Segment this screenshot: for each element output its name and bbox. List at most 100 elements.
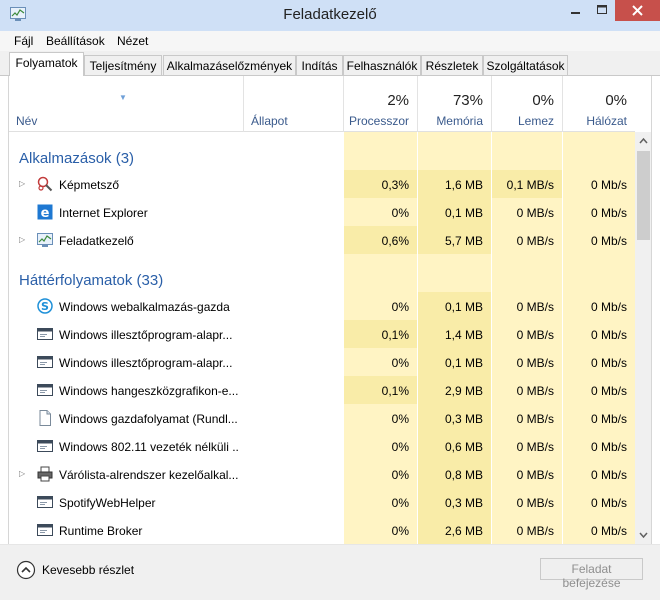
net-value: 0 Mb/s [590,206,627,220]
column-network-header[interactable]: 0% Hálózat [562,76,635,132]
expand-arrow-icon[interactable]: ▷ [19,179,25,188]
menu-bar: Fájl Beállítások Nézet [0,31,660,51]
table-row[interactable]: Windows gazdafolyamat (Rundl... 0% 0,3 MB 0… [9,404,635,432]
tab-app-history[interactable]: Alkalmazáselőzmények [163,55,296,75]
table-row[interactable]: Windows illesztőprogram-alapr... 0,1% 1,4 … [9,320,635,348]
cell-disk: 0 MB/s [491,404,562,432]
title-bar[interactable]: Feladatkezelő [0,0,660,31]
cpu-value: 0% [391,206,409,220]
internet-explorer-icon: e [37,204,53,221]
table-row[interactable]: Windows hangeszközgrafikon-e... 0,1% 2,9 M… [9,376,635,404]
menu-file[interactable]: Fájl [14,34,33,48]
expand-arrow-icon[interactable]: ▷ [19,469,25,478]
cpu-value: 0% [391,524,409,538]
mem-value: 0,1 MB [444,206,483,220]
close-button[interactable] [615,0,660,21]
table-row[interactable]: Windows illesztőprogram-alapr... 0% 0,1 MB… [9,348,635,376]
process-name: Windows gazdafolyamat (Rundl... [59,412,238,426]
net-value: 0 Mb/s [590,300,627,314]
process-name: Várólista-alrendszer kezelőalkal... [59,468,239,482]
cell-disk: 0 MB/s [491,376,562,404]
sort-arrow-icon: ▼ [119,93,127,102]
disk-value: 0 MB/s [516,328,554,342]
cell-net [562,254,635,292]
cell-net: 0 Mb/s [562,376,635,404]
cell-mem: 1,6 MB [417,170,491,198]
column-status-header[interactable]: Állapot [243,76,343,132]
table-row[interactable]: ▷ Várólista-alrendszer kezelőalkal... 0% 0,… [9,460,635,488]
column-name-header[interactable]: ▼ Név [9,76,243,132]
scroll-up-button[interactable] [635,132,651,149]
mem-value: 0,6 MB [444,440,483,454]
cell-disk: 0 MB/s [491,460,562,488]
cell-mem: 0,3 MB [417,488,491,516]
net-value: 0 Mb/s [590,178,627,192]
cell-net: 0 Mb/s [562,226,635,254]
table-row[interactable]: e Internet Explorer 0% 0,1 MB 0 MB/s 0 Mb/s [9,198,635,226]
scrollbar-thumb[interactable] [637,151,650,240]
vertical-scrollbar[interactable] [635,132,651,544]
cell-cpu: 0% [343,348,417,376]
process-name: Runtime Broker [59,524,143,538]
tab-processes[interactable]: Folyamatok [9,52,84,77]
cell-net: 0 Mb/s [562,460,635,488]
column-cpu-header[interactable]: 2% Processzor [343,76,417,132]
mem-value: 2,6 MB [444,524,483,538]
tab-details[interactable]: Részletek [421,55,483,75]
disk-value: 0 MB/s [516,412,554,426]
table-row[interactable]: Runtime Broker 0% 2,6 MB 0 MB/s 0 Mb/s [9,516,635,544]
column-disk-header[interactable]: 0% Lemez [491,76,562,132]
group-apps[interactable]: Alkalmazások (3) [9,132,635,170]
cell-disk: 0 MB/s [491,348,562,376]
footer-bar: Kevesebb részlet Feladat befejezése [0,544,660,600]
cell-cpu: 0,3% [343,170,417,198]
menu-view[interactable]: Nézet [117,34,148,48]
window-app-icon [37,354,53,370]
table-row[interactable]: ▷ Képmetsző 0,3% 1,6 MB 0,1 MB/s 0 Mb/s [9,170,635,198]
net-value: 0 Mb/s [590,234,627,248]
disk-value: 0 MB/s [516,524,554,538]
scroll-down-button[interactable] [635,527,651,544]
expand-arrow-icon[interactable]: ▷ [19,235,25,244]
table-row[interactable]: ▷ Feladatkezelő 0,6% 5,7 MB 0 MB/s 0 Mb/s [9,226,635,254]
tab-performance[interactable]: Teljesítmény [84,55,162,75]
snipping-tool-icon [37,176,53,192]
disk-value: 0 MB/s [516,384,554,398]
cell-cpu: 0,1% [343,376,417,404]
table-row[interactable]: S Windows webalkalmazás-gazda 0% 0,1 MB 0 MB… [9,292,635,320]
cpu-value: 0% [391,412,409,426]
cell-disk: 0 MB/s [491,198,562,226]
cpu-value: 0% [391,496,409,510]
tab-services[interactable]: Szolgáltatások [483,55,568,75]
cell-net: 0 Mb/s [562,292,635,320]
maximize-button[interactable] [589,0,615,21]
cell-cpu: 0,1% [343,320,417,348]
cell-mem: 0,6 MB [417,432,491,460]
end-task-button[interactable]: Feladat befejezése [540,558,643,590]
tab-strip: Folyamatok Teljesítmény Alkalmazáselőzmé… [0,51,660,77]
column-memory-header[interactable]: 73% Memória [417,76,491,132]
table-row[interactable]: SpotifyWebHelper 0% 0,3 MB 0 MB/s 0 Mb/s [9,488,635,516]
tab-startup[interactable]: Indítás [296,55,343,75]
window-app-icon [37,382,53,398]
table-row[interactable]: Windows 802.11 vezeték nélküli ... 0% 0,6 … [9,432,635,460]
cell-net [562,132,635,170]
disk-value: 0,1 MB/s [506,178,554,192]
menu-settings[interactable]: Beállítások [46,34,105,48]
cpu-value: 0,3% [381,178,409,192]
window-title: Feladatkezelő [283,6,377,23]
minimize-button[interactable] [562,0,589,21]
cell-net: 0 Mb/s [562,516,635,544]
tab-users[interactable]: Felhasználók [343,55,421,75]
cpu-value: 0,1% [381,384,409,398]
cpu-value: 0% [391,468,409,482]
cell-mem: 0,3 MB [417,404,491,432]
chevron-up-icon [639,137,648,144]
svg-text:S: S [41,300,49,313]
cell-mem: 0,1 MB [417,198,491,226]
cell-net: 0 Mb/s [562,170,635,198]
cell-mem: 0,1 MB [417,292,491,320]
group-background[interactable]: Háttérfolyamatok (33) [9,254,635,292]
cell-mem: 0,8 MB [417,460,491,488]
chevron-down-icon [639,532,648,539]
